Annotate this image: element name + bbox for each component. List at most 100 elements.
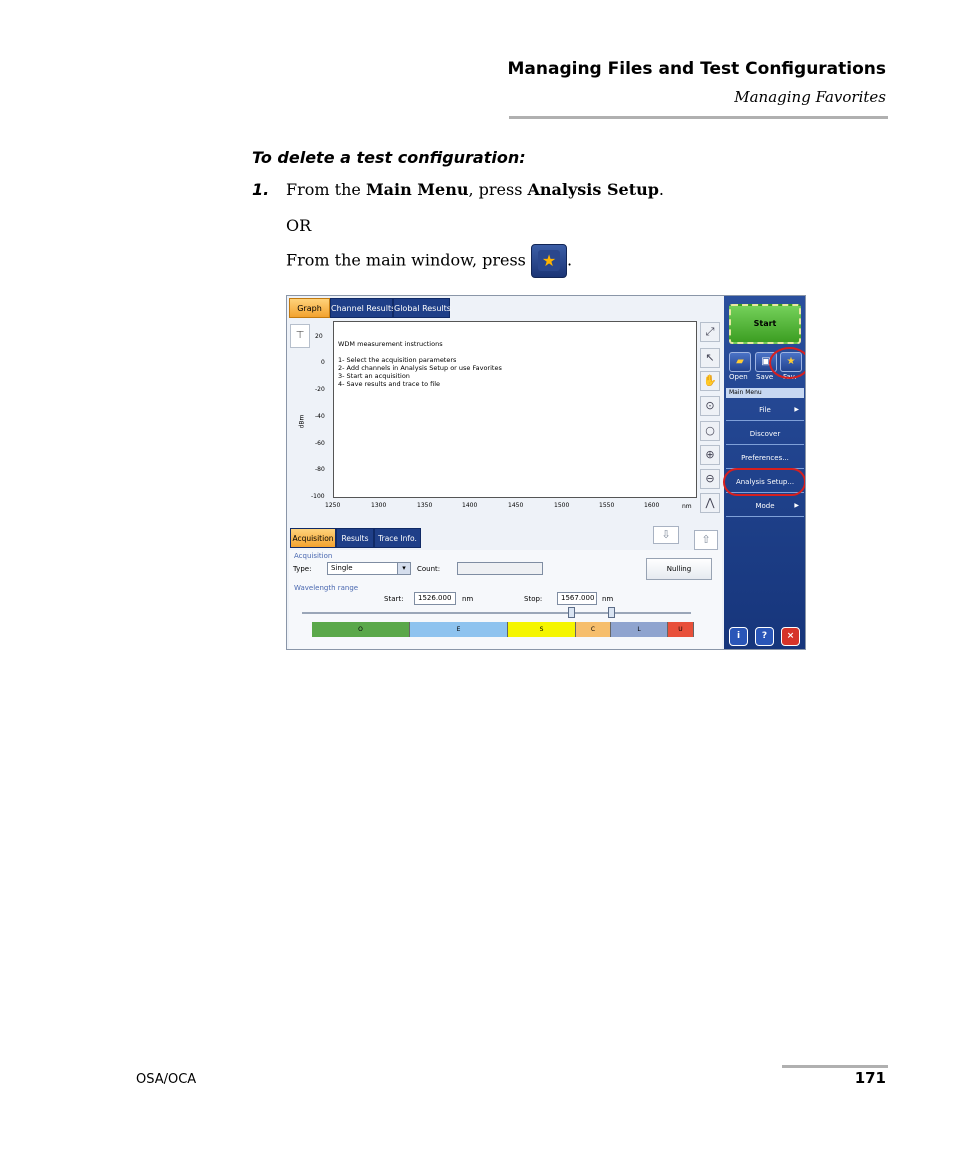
close-icon[interactable]: × — [781, 627, 800, 646]
start-wavelength-input[interactable]: 1526.000 — [414, 592, 456, 605]
y-tick: -60 — [315, 440, 325, 447]
band-s: S — [508, 622, 576, 637]
expand-up-icon[interactable]: ⇧ — [694, 530, 718, 550]
tab-channel-results[interactable]: Channel Results — [330, 298, 395, 318]
x-tick: 1600 — [644, 502, 660, 509]
x-tick: 1550 — [599, 502, 615, 509]
analysis-setup-term: Analysis Setup — [527, 180, 659, 199]
tab-acquisition[interactable]: Acquisition — [290, 528, 336, 548]
start-label: Start: — [384, 595, 404, 603]
start-unit: nm — [462, 595, 474, 603]
step-text: From the Main Menu, press Analysis Setup… — [286, 180, 664, 199]
zoom-in-icon[interactable]: ⊕ — [700, 445, 720, 465]
highlight-fav — [769, 347, 805, 379]
marker-icon[interactable]: ⊤ — [290, 324, 310, 348]
instruction-line: 4- Save results and trace to file — [338, 380, 441, 388]
instruction-line: 3- Start an acquisition — [338, 372, 410, 380]
chevron-down-icon[interactable]: ▾ — [397, 562, 411, 575]
y-axis-label: dBm — [298, 414, 306, 429]
page-number: 171 — [854, 1069, 886, 1087]
band-label: O — [358, 626, 363, 633]
pointer-icon[interactable]: ↖ — [700, 348, 720, 368]
info-icon[interactable]: i — [729, 627, 748, 646]
band-u: U — [668, 622, 694, 637]
graph-area[interactable]: WDM measurement instructions 1- Select t… — [333, 321, 697, 498]
main-menu-term: Main Menu — [365, 180, 469, 199]
band-c: C — [576, 622, 611, 637]
section-subtitle: Managing Favorites — [734, 88, 886, 106]
trace-view-icon[interactable]: ⋀ — [700, 493, 720, 513]
chapter-title: Managing Files and Test Configurations — [507, 59, 886, 79]
open-folder-icon[interactable]: ▰ — [729, 352, 751, 372]
x-tick: 1500 — [554, 502, 570, 509]
header-rule — [509, 116, 888, 119]
zoom-out-icon[interactable]: ⊖ — [700, 469, 720, 489]
tab-graph[interactable]: Graph — [289, 298, 330, 318]
zoom-fit-icon[interactable]: ⤢ — [700, 322, 720, 342]
x-tick: 1350 — [417, 502, 433, 509]
step-prefix: From the — [286, 180, 366, 199]
band-o: O — [312, 622, 410, 637]
tab-trace-info[interactable]: Trace Info. — [374, 528, 421, 548]
count-label: Count: — [417, 565, 441, 573]
chevron-right-icon: ▶ — [794, 502, 799, 509]
acquisition-group-label: Acquisition — [294, 552, 333, 560]
band-e: E — [410, 622, 508, 637]
count-field[interactable] — [457, 562, 543, 575]
y-tick: 0 — [321, 359, 325, 366]
menu-item-file[interactable]: File ▶ — [726, 399, 804, 421]
stop-unit: nm — [602, 595, 614, 603]
highlight-analysis-setup — [723, 468, 805, 496]
type-value: Single — [331, 564, 353, 572]
band-label: C — [590, 626, 596, 633]
step-middle: , press — [468, 180, 528, 199]
stop-wavelength-input[interactable]: 1567.000 — [557, 592, 597, 605]
y-tick: 20 — [315, 333, 323, 340]
tab-global-results[interactable]: Global Results — [393, 298, 451, 318]
instruction-line: 2- Add channels in Analysis Setup or use… — [338, 364, 502, 372]
help-icon[interactable]: ? — [755, 627, 774, 646]
main-menu-header: Main Menu — [726, 388, 804, 398]
x-tick: 1300 — [371, 502, 387, 509]
menu-item-label: File — [759, 406, 771, 414]
band-label: S — [539, 626, 544, 633]
band-label: U — [678, 626, 683, 633]
x-tick: 1450 — [508, 502, 524, 509]
instructions-title: WDM measurement instructions — [338, 340, 443, 348]
open-label: Open — [729, 373, 748, 381]
menu-item-label: Mode — [755, 502, 775, 510]
or-text: OR — [286, 216, 312, 235]
alt-text: From the main window, press — [286, 250, 526, 270]
instruction-line: 1- Select the acquisition parameters — [338, 356, 457, 364]
favorites-star-icon: ★ — [530, 244, 567, 278]
zoom-icon[interactable]: ○ — [700, 421, 720, 441]
pan-hand-icon[interactable]: ✋ — [700, 371, 720, 391]
collapse-down-icon[interactable]: ⇩ — [653, 526, 679, 544]
menu-item-preferences[interactable]: Preferences... — [726, 447, 804, 469]
wavelength-slider-track[interactable] — [302, 612, 691, 614]
stop-slider-handle[interactable] — [608, 607, 615, 618]
chevron-right-icon: ▶ — [794, 406, 799, 413]
band-label: L — [637, 626, 641, 633]
nulling-button[interactable]: Nulling — [646, 558, 712, 580]
step-end: . — [658, 180, 664, 199]
step-number: 1. — [252, 180, 270, 199]
band-label: E — [456, 626, 461, 633]
menu-item-discover[interactable]: Discover — [726, 423, 804, 445]
stop-label: Stop: — [524, 595, 543, 603]
menu-item-mode[interactable]: Mode ▶ — [726, 495, 804, 517]
band-l: L — [611, 622, 668, 637]
type-label: Type: — [293, 565, 312, 573]
start-slider-handle[interactable] — [568, 607, 575, 618]
x-tick: 1250 — [325, 502, 341, 509]
tab-results[interactable]: Results — [336, 528, 374, 548]
app-screenshot: Graph Channel Results Global Results ⊤ 2… — [286, 295, 806, 650]
start-button[interactable]: Start — [729, 304, 801, 344]
alt-step: From the main window, press ★. — [286, 244, 572, 278]
y-tick: -20 — [315, 386, 325, 393]
zoom-area-icon[interactable]: ⊙ — [700, 396, 720, 416]
x-tick: 1400 — [462, 502, 478, 509]
procedure-title: To delete a test configuration: — [252, 148, 526, 167]
footer-rule — [782, 1065, 888, 1068]
wavelength-group-label: Wavelength range — [294, 584, 359, 592]
